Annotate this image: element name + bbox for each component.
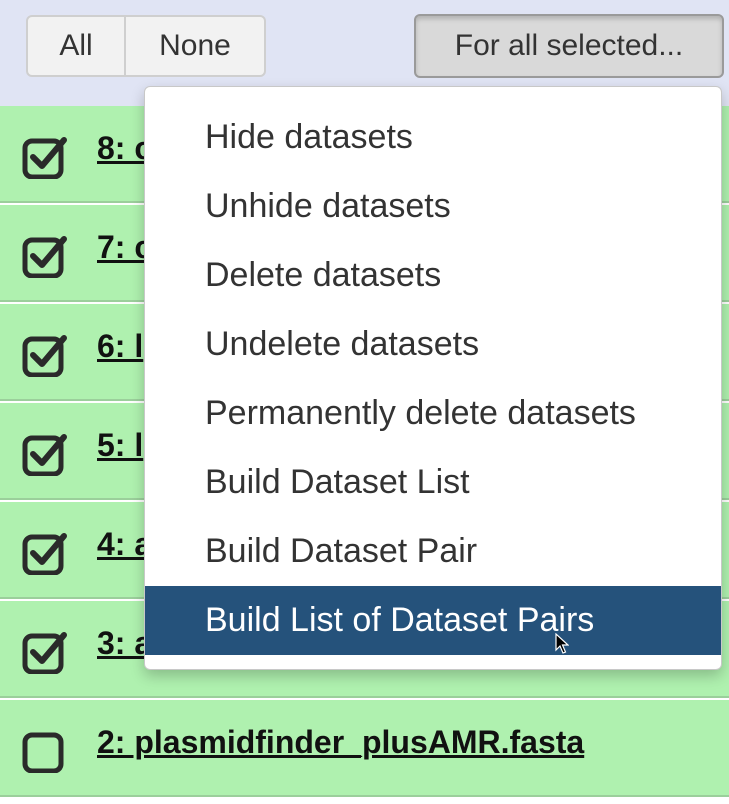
select-all-button[interactable]: All xyxy=(26,15,126,77)
dataset-title-link[interactable]: 5: l xyxy=(97,427,143,464)
dataset-row: 2: plasmidfinder_plusAMR.fasta xyxy=(0,700,729,797)
select-button-group: All None xyxy=(26,15,266,77)
dataset-title-link[interactable]: 6: l xyxy=(97,328,143,365)
checked-checkbox-icon[interactable] xyxy=(22,232,68,278)
history-panel: All None For all selected... 8: c 7: c 6… xyxy=(0,0,729,804)
menu-item-permanently-delete-datasets[interactable]: Permanently delete datasets xyxy=(145,379,721,448)
checked-checkbox-icon[interactable] xyxy=(22,133,68,179)
mouse-pointer-icon xyxy=(555,633,569,654)
menu-item-delete-datasets[interactable]: Delete datasets xyxy=(145,241,721,310)
menu-item-unhide-datasets[interactable]: Unhide datasets xyxy=(145,172,721,241)
checked-checkbox-icon[interactable] xyxy=(22,628,68,674)
for-all-selected-dropdown-button[interactable]: For all selected... xyxy=(414,14,724,78)
checked-checkbox-icon[interactable] xyxy=(22,331,68,377)
checked-checkbox-icon[interactable] xyxy=(22,430,68,476)
menu-item-build-dataset-list[interactable]: Build Dataset List xyxy=(145,448,721,517)
unchecked-checkbox-icon[interactable] xyxy=(22,727,68,773)
dataset-title-link[interactable]: 2: plasmidfinder_plusAMR.fasta xyxy=(97,724,584,761)
for-all-selected-menu: Hide datasets Unhide datasets Delete dat… xyxy=(144,86,722,670)
menu-item-hide-datasets[interactable]: Hide datasets xyxy=(145,103,721,172)
checked-checkbox-icon[interactable] xyxy=(22,529,68,575)
select-none-button[interactable]: None xyxy=(126,15,266,77)
menu-item-build-dataset-pair[interactable]: Build Dataset Pair xyxy=(145,517,721,586)
menu-item-build-list-of-dataset-pairs[interactable]: Build List of Dataset Pairs xyxy=(145,586,721,655)
menu-item-undelete-datasets[interactable]: Undelete datasets xyxy=(145,310,721,379)
